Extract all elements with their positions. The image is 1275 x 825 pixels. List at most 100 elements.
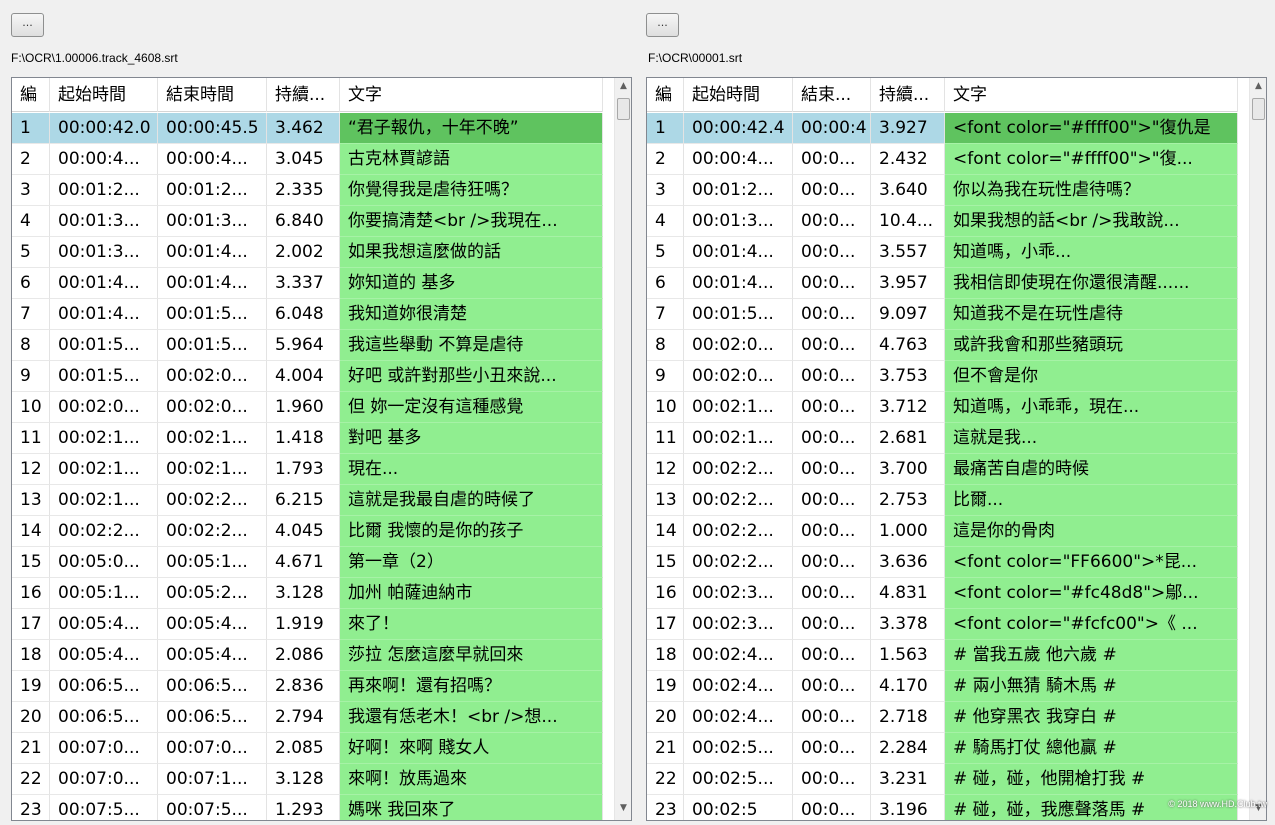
cell-text: 妳知道的 基多 (340, 268, 603, 299)
table-row[interactable]: 16 00:02:3... 00:0... 4.831 <font color="#fc… (647, 578, 1238, 609)
scroll-down-icon[interactable]: ▼ (615, 800, 631, 817)
table-row[interactable]: 10 00:02:0... 00:02:0... 1.960 但 妳一定沒有這種感覺 (12, 392, 603, 423)
table-row[interactable]: 16 00:05:1... 00:05:2... 3.128 加州 帕薩迪納市 (12, 578, 603, 609)
cell-end-time: 00:0... (793, 144, 871, 175)
column-header-index[interactable]: 編 (12, 78, 50, 112)
table-row[interactable]: 22 00:02:5... 00:0... 3.231 # 碰，碰，他開槍打我 # (647, 764, 1238, 795)
cell-duration: 4.004 (267, 361, 340, 392)
table-row[interactable]: 12 00:02:1... 00:02:1... 1.793 現在... (12, 454, 603, 485)
scroll-thumb[interactable] (617, 98, 630, 120)
table-row[interactable]: 8 00:02:0... 00:0... 4.763 或許我會和那些豬頭玩 (647, 330, 1238, 361)
table-row[interactable]: 19 00:06:5... 00:06:5... 2.836 再來啊！還有招嗎？ (12, 671, 603, 702)
cell-duration: 9.097 (871, 299, 945, 330)
table-row[interactable]: 2 00:00:4... 00:00:4... 3.045 古克林賈諺語 (12, 144, 603, 175)
table-row[interactable]: 2 00:00:4... 00:0... 2.432 <font color="#fff… (647, 144, 1238, 175)
cell-index: 17 (12, 609, 50, 640)
table-row[interactable]: 6 00:01:4... 00:0... 3.957 我相信即使現在你還很清醒.....… (647, 268, 1238, 299)
subtitle-grid-right[interactable]: 編起始時間 結束... 持續... 文字 1 00:00:42.4 00:00:4 3.927… (646, 77, 1267, 821)
table-row[interactable]: 18 00:05:4... 00:05:4... 2.086 莎拉 怎麼這麼早就回來 (12, 640, 603, 671)
browse-button-left[interactable]: ... (11, 13, 44, 37)
table-row[interactable]: 15 00:02:2... 00:0... 3.636 <font color="FF6… (647, 547, 1238, 578)
table-row[interactable]: 7 00:01:4... 00:01:5... 6.048 我知道妳很清楚 (12, 299, 603, 330)
cell-text: 我還有恁老木！<br />想... (340, 702, 603, 733)
table-row[interactable]: 7 00:01:5... 00:0... 9.097 知道我不是在玩性虐待 (647, 299, 1238, 330)
table-row[interactable]: 20 00:02:4... 00:0... 2.718 # 他穿黑衣 我穿白 # (647, 702, 1238, 733)
cell-text: 好啊！來啊 賤女人 (340, 733, 603, 764)
subtitle-grid-left[interactable]: 編起始時間 結束時間 持續... 文字 1 00:00:42.0 00:00:45.5 3.4… (11, 77, 632, 821)
cell-index: 9 (12, 361, 50, 392)
table-row[interactable]: 20 00:06:5... 00:06:5... 2.794 我還有恁老木！<br />… (12, 702, 603, 733)
column-header-end-time[interactable]: 結束... (793, 78, 871, 112)
column-header-index[interactable]: 編 (647, 78, 684, 112)
table-row[interactable]: 3 00:01:2... 00:01:2... 2.335 你覺得我是虐待狂嗎？ (12, 175, 603, 206)
table-row[interactable]: 21 00:07:0... 00:07:0... 2.085 好啊！來啊 賤女人 (12, 733, 603, 764)
table-row[interactable]: 18 00:02:4... 00:0... 1.563 # 當我五歲 他六歲 # (647, 640, 1238, 671)
cell-text: 你覺得我是虐待狂嗎？ (340, 175, 603, 206)
column-header-duration[interactable]: 持續... (871, 78, 945, 112)
cell-text: 來啊！放馬過來 (340, 764, 603, 795)
browse-button-right[interactable]: ... (646, 13, 679, 37)
cell-end-time: 00:05:4... (158, 640, 267, 671)
table-row[interactable]: 5 00:01:3... 00:01:4... 2.002 如果我想這麼做的話 (12, 237, 603, 268)
watermark: © 2018 www.HD.Club.tw (1168, 799, 1267, 809)
file-path-left: F:\OCR\1.00006.track_4608.srt (11, 51, 178, 65)
table-row[interactable]: 17 00:02:3... 00:0... 3.378 <font color="#fc… (647, 609, 1238, 640)
column-header-text[interactable]: 文字 (945, 78, 1238, 112)
cell-index: 20 (647, 702, 684, 733)
cell-end-time: 00:0... (793, 609, 871, 640)
cell-index: 10 (647, 392, 684, 423)
column-header-end-time[interactable]: 結束時間 (158, 78, 267, 112)
table-row[interactable]: 22 00:07:0... 00:07:1... 3.128 來啊！放馬過來 (12, 764, 603, 795)
table-row[interactable]: 13 00:02:2... 00:0... 2.753 比爾... (647, 485, 1238, 516)
table-row[interactable]: 13 00:02:1... 00:02:2... 6.215 這就是我最自虐的時候了 (12, 485, 603, 516)
table-row[interactable]: 9 00:02:0... 00:0... 3.753 但不會是你 (647, 361, 1238, 392)
column-header-start-time[interactable]: 起始時間 (684, 78, 793, 112)
cell-text: 現在... (340, 454, 603, 485)
table-row[interactable]: 21 00:02:5... 00:0... 2.284 # 騎馬打仗 總他贏 # (647, 733, 1238, 764)
cell-duration: 3.712 (871, 392, 945, 423)
vertical-scrollbar[interactable]: ▲ ▼ (614, 78, 631, 820)
table-row[interactable]: 1 00:00:42.4 00:00:4 3.927 <font color="#fff… (647, 113, 1238, 144)
cell-duration: 1.000 (871, 516, 945, 547)
cell-duration: 2.002 (267, 237, 340, 268)
vertical-scrollbar[interactable]: ▲ ▼ (1249, 78, 1266, 820)
column-header-duration[interactable]: 持續... (267, 78, 340, 112)
cell-start-time: 00:05:4... (50, 640, 158, 671)
cell-index: 23 (12, 795, 50, 820)
cell-start-time: 00:01:2... (684, 175, 793, 206)
table-row[interactable]: 23 00:07:5... 00:07:5... 1.293 媽咪 我回來了 (12, 795, 603, 820)
cell-duration: 2.753 (871, 485, 945, 516)
table-row[interactable]: 11 00:02:1... 00:0... 2.681 這就是我... (647, 423, 1238, 454)
table-row[interactable]: 1 00:00:42.0 00:00:45.5 3.462 “君子報仇，十年不晚” (12, 113, 603, 144)
table-row[interactable]: 6 00:01:4... 00:01:4... 3.337 妳知道的 基多 (12, 268, 603, 299)
column-header-start-time[interactable]: 起始時間 (50, 78, 158, 112)
table-row[interactable]: 4 00:01:3... 00:01:3... 6.840 你要搞清楚<br />我現在… (12, 206, 603, 237)
table-row[interactable]: 3 00:01:2... 00:0... 3.640 你以為我在玩性虐待嗎？ (647, 175, 1238, 206)
table-row[interactable]: 14 00:02:2... 00:0... 1.000 這是你的骨肉 (647, 516, 1238, 547)
table-row[interactable]: 23 00:02:5 00:0... 3.196 # 碰，碰，我應聲落馬 # (647, 795, 1238, 820)
cell-text: 加州 帕薩迪納市 (340, 578, 603, 609)
table-row[interactable]: 15 00:05:0... 00:05:1... 4.671 第一章（2） (12, 547, 603, 578)
cell-duration: 1.960 (267, 392, 340, 423)
table-row[interactable]: 17 00:05:4... 00:05:4... 1.919 來了！ (12, 609, 603, 640)
cell-end-time: 00:0... (793, 330, 871, 361)
table-row[interactable]: 14 00:02:2... 00:02:2... 4.045 比爾 我懷的是你的孩子 (12, 516, 603, 547)
scroll-thumb[interactable] (1252, 98, 1265, 120)
table-row[interactable]: 10 00:02:1... 00:0... 3.712 知道嗎，小乖乖，現在... (647, 392, 1238, 423)
cell-text: 古克林賈諺語 (340, 144, 603, 175)
cell-end-time: 00:06:5... (158, 671, 267, 702)
table-row[interactable]: 5 00:01:4... 00:0... 3.557 知道嗎，小乖... (647, 237, 1238, 268)
table-row[interactable]: 9 00:01:5... 00:02:0... 4.004 好吧 或許對那些小丑來說..… (12, 361, 603, 392)
table-row[interactable]: 4 00:01:3... 00:0... 10.4... 如果我想的話<br />我敢說… (647, 206, 1238, 237)
column-header-text[interactable]: 文字 (340, 78, 603, 112)
table-row[interactable]: 11 00:02:1... 00:02:1... 1.418 對吧 基多 (12, 423, 603, 454)
scroll-up-icon[interactable]: ▲ (615, 78, 631, 95)
table-row[interactable]: 8 00:01:5... 00:01:5... 5.964 我這些舉動 不算是虐待 (12, 330, 603, 361)
cell-index: 16 (12, 578, 50, 609)
cell-end-time: 00:0... (793, 361, 871, 392)
table-row[interactable]: 19 00:02:4... 00:0... 4.170 # 兩小無猜 騎木馬 # (647, 671, 1238, 702)
cell-duration: 2.432 (871, 144, 945, 175)
scroll-up-icon[interactable]: ▲ (1250, 78, 1266, 95)
cell-index: 14 (12, 516, 50, 547)
table-row[interactable]: 12 00:02:2... 00:0... 3.700 最痛苦自虐的時候 (647, 454, 1238, 485)
